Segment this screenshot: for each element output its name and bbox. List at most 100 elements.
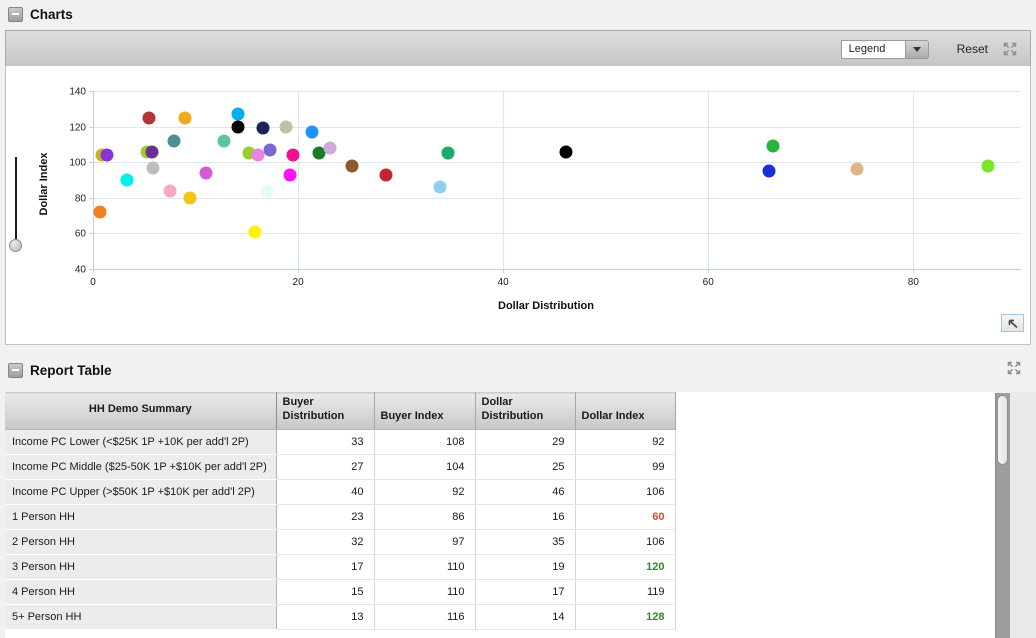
scatter-point[interactable] [850, 163, 863, 176]
scatter-point[interactable] [168, 134, 181, 147]
table-row[interactable]: 3 Person HH1711019120 [5, 554, 675, 579]
y-axis-slider-handle[interactable] [9, 239, 22, 252]
scatter-point[interactable] [163, 184, 176, 197]
charts-panel-title: Charts [30, 7, 73, 22]
cell-value: 16 [475, 504, 575, 529]
table-scrollbar[interactable] [995, 393, 1010, 638]
scatter-point[interactable] [380, 168, 393, 181]
right-gutter [1010, 392, 1036, 638]
scatter-point[interactable] [283, 168, 296, 181]
scatter-point[interactable] [766, 140, 779, 153]
table-row[interactable]: 4 Person HH1511017119 [5, 579, 675, 604]
scatter-point[interactable] [441, 147, 454, 160]
scatter-point[interactable] [146, 145, 159, 158]
column-header[interactable]: Buyer Distribution [276, 393, 374, 430]
column-header[interactable]: Dollar Distribution [475, 393, 575, 430]
scatter-point[interactable] [218, 134, 231, 147]
gridline-horizontal [93, 162, 1021, 163]
row-label: 4 Person HH [5, 579, 276, 604]
cell-value: 106 [575, 479, 675, 504]
cell-value: 35 [475, 529, 575, 554]
table-row[interactable]: 2 Person HH329735106 [5, 529, 675, 554]
cell-value: 92 [374, 479, 475, 504]
cell-value: 40 [276, 479, 374, 504]
column-header[interactable]: Buyer Index [374, 393, 475, 430]
restore-chart-button[interactable] [1001, 314, 1024, 332]
cell-value: 106 [575, 529, 675, 554]
cell-value: 104 [374, 454, 475, 479]
scatter-point[interactable] [433, 181, 446, 194]
cell-value: 110 [374, 554, 475, 579]
table-row[interactable]: 1 Person HH23861660 [5, 504, 675, 529]
scatter-point[interactable] [231, 120, 244, 133]
chart-toolbar: Legend Reset [5, 30, 1031, 68]
chevron-down-icon [913, 47, 921, 52]
scatter-point[interactable] [120, 174, 133, 187]
x-tick-label: 20 [293, 277, 304, 288]
table-row[interactable]: Income PC Upper (>$50K 1P +$10K per add'… [5, 479, 675, 504]
minus-icon [12, 13, 19, 15]
scatter-point[interactable] [101, 149, 114, 162]
cell-value: 46 [475, 479, 575, 504]
cell-value: 60 [575, 504, 675, 529]
expand-chart-icon[interactable] [1002, 41, 1018, 57]
y-tick-label: 80 [56, 193, 86, 204]
scatter-point[interactable] [346, 159, 359, 172]
x-tick-label: 40 [498, 277, 509, 288]
table-row[interactable]: 5+ Person HH1311614128 [5, 604, 675, 629]
x-tick-label: 80 [908, 277, 919, 288]
table-row[interactable]: Income PC Middle ($25-50K 1P +$10K per a… [5, 454, 675, 479]
scatter-point[interactable] [184, 191, 197, 204]
legend-dropdown-button[interactable] [905, 40, 929, 59]
legend-dropdown-value: Legend [841, 40, 905, 59]
scatter-point[interactable] [323, 141, 336, 154]
scatter-point[interactable] [279, 120, 292, 133]
scatter-point[interactable] [143, 111, 156, 124]
cell-value: 23 [276, 504, 374, 529]
x-axis-line [93, 269, 1021, 270]
scatter-point[interactable] [252, 149, 265, 162]
legend-dropdown[interactable]: Legend [841, 40, 929, 59]
cell-value: 108 [374, 429, 475, 454]
row-label: 3 Person HH [5, 554, 276, 579]
scatter-point[interactable] [762, 165, 775, 178]
cell-value: 29 [475, 429, 575, 454]
scatter-point[interactable] [982, 159, 995, 172]
collapse-charts-icon[interactable] [8, 7, 23, 22]
table-row[interactable]: Income PC Lower (<$25K 1P +10K per add'l… [5, 429, 675, 454]
y-tick-label: 40 [56, 265, 86, 276]
scatter-point[interactable] [231, 108, 244, 121]
column-header[interactable]: HH Demo Summary [5, 393, 276, 430]
scatter-point[interactable] [286, 149, 299, 162]
cell-value: 86 [374, 504, 475, 529]
row-label: 2 Person HH [5, 529, 276, 554]
cell-value: 27 [276, 454, 374, 479]
expand-table-icon[interactable] [1006, 360, 1022, 376]
reset-button[interactable]: Reset [957, 42, 988, 56]
scatter-point[interactable] [249, 225, 262, 238]
column-header[interactable]: Dollar Index [575, 393, 675, 430]
scatter-point[interactable] [94, 206, 107, 219]
arrow-up-left-icon [1006, 317, 1020, 330]
y-axis-slider-track[interactable] [15, 157, 17, 240]
scatter-point[interactable] [261, 184, 274, 197]
scatter-point[interactable] [559, 145, 572, 158]
minus-icon [12, 369, 19, 371]
table-scrollbar-thumb[interactable] [997, 395, 1008, 465]
scatter-point[interactable] [257, 122, 270, 135]
y-tick-label: 140 [56, 87, 86, 98]
y-tick-label: 120 [56, 122, 86, 133]
scatter-point[interactable] [147, 161, 160, 174]
chart-canvas: Dollar Index Dollar Distribution 4060801… [5, 66, 1031, 345]
cell-value: 17 [276, 554, 374, 579]
scatter-point[interactable] [179, 111, 192, 124]
page: { "charts_panel": { "title": "Charts", "… [0, 0, 1036, 638]
scatter-point[interactable] [199, 166, 212, 179]
collapse-report-table-icon[interactable] [8, 363, 23, 378]
scatter-point[interactable] [306, 125, 319, 138]
gridline-vertical [298, 91, 299, 269]
scatter-point[interactable] [264, 143, 277, 156]
cell-value: 116 [374, 604, 475, 629]
row-label: Income PC Lower (<$25K 1P +10K per add'l… [5, 429, 276, 454]
y-tick-label: 60 [56, 229, 86, 240]
